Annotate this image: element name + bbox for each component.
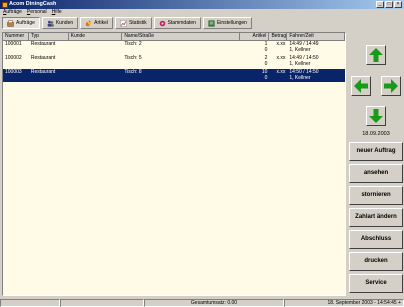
change-payment-button[interactable]: Zahlart ändern [349, 208, 403, 227]
tab-auftraege[interactable]: Aufträge [2, 17, 40, 29]
tab-label: Aufträge [16, 20, 35, 26]
menu-auftraege[interactable]: Aufträge [3, 9, 22, 16]
cell-fahrer-zeit: 14:49 / 14:49 1, Kellner [287, 41, 345, 54]
cell-kunde [69, 69, 123, 82]
col-kunde[interactable]: Kunde [68, 33, 123, 41]
artikel-count-2: 0 [264, 46, 268, 53]
arrow-up-button[interactable] [366, 45, 386, 65]
tab-artikel[interactable]: Artikel [80, 17, 114, 29]
col-nummer[interactable]: Nummer [3, 33, 29, 41]
print-button[interactable]: drucken [349, 252, 403, 271]
cell-name: Tisch: 8 [124, 69, 142, 75]
cell-typ: Restaurant [30, 69, 56, 75]
status-bar: Gesamtumsatz: 0.00 18. September 2003 - … [0, 299, 404, 307]
fahrer: 1, Kellner [289, 74, 311, 81]
cell-fahrer-zeit: 14:49 / 14:50 1, Kellner [287, 55, 345, 68]
tab-label: Kunden [55, 20, 74, 26]
cell-name: Tisch: 2 [124, 41, 142, 47]
close-button[interactable]: × [394, 1, 402, 8]
view-button[interactable]: ansehen [349, 164, 403, 183]
fahrer: 1, Kellner [289, 60, 311, 67]
cell-artikel: 10 0 [240, 69, 270, 82]
arrow-left-button[interactable] [351, 76, 371, 96]
cell-artikel: 10 [240, 41, 270, 54]
cell-typ: Restaurant [30, 55, 56, 61]
tab-einstellungen[interactable]: Einstellungen [202, 17, 252, 29]
cell-nummer: 100001 [5, 41, 22, 47]
service-button[interactable]: Service [349, 274, 403, 293]
artikel-count-2: 0 [264, 60, 268, 67]
minimize-button[interactable]: _ [376, 1, 384, 8]
arrow-right-button[interactable] [381, 76, 401, 96]
status-panel-1 [0, 299, 60, 307]
tab-stammdaten[interactable]: Stammdaten [153, 17, 201, 29]
orders-table: Nummer Typ Kunde Name/Straße Artikel Bet… [2, 32, 346, 296]
toolbar: Aufträge Kunden Artikel Statistik Stammd… [2, 17, 252, 30]
menu-hilfe[interactable]: Hilfe [52, 9, 62, 16]
col-typ[interactable]: Typ [28, 33, 69, 41]
statistics-icon [120, 19, 127, 27]
title-bar: Acom DiningCash _ □ × [0, 0, 404, 9]
articles-icon [85, 20, 92, 26]
arrow-down-button[interactable] [366, 106, 386, 126]
col-artikel[interactable]: Artikel [239, 33, 270, 41]
window-controls: _ □ × [376, 1, 402, 8]
new-order-button[interactable]: neuer Auftrag [349, 142, 403, 161]
table-row[interactable]: 100002 Restaurant Tisch: 5 20 x.xx 14:49… [3, 55, 345, 68]
cell-betrag: x.xx [276, 55, 286, 61]
menu-personal[interactable]: Personal [27, 9, 47, 16]
status-datetime: 18. September 2003 - 14:54:45 + [284, 299, 404, 307]
cell-typ: Restaurant [30, 41, 56, 47]
fahrer: 1, Kellner [289, 46, 311, 53]
col-fahrer-zeit[interactable]: Fahrer/Zeit [287, 33, 345, 41]
table-row[interactable]: 100001 Restaurant Tisch: 2 10 x.xx 14:49… [3, 41, 345, 54]
settings-icon [208, 19, 215, 27]
table-row-selected[interactable]: 100003 Restaurant Tisch: 8 10 0 x.xx 14:5… [3, 69, 345, 82]
tab-label: Statistik [129, 20, 147, 26]
arrow-up-icon [369, 48, 383, 62]
arrow-down-icon [369, 109, 383, 123]
arrow-right-icon [384, 79, 398, 93]
col-name[interactable]: Name/Straße [122, 33, 240, 41]
cancel-order-button[interactable]: stornieren [349, 186, 403, 205]
menu-bar: Aufträge Personal Hilfe [0, 9, 404, 16]
table-header: Nummer Typ Kunde Name/Straße Artikel Bet… [3, 33, 345, 41]
tab-statistik[interactable]: Statistik [115, 17, 152, 29]
maximize-button[interactable]: □ [385, 1, 393, 8]
arrow-left-icon [354, 79, 368, 93]
status-panel-2 [60, 299, 144, 307]
app-icon [2, 1, 8, 8]
cell-betrag: x.xx [276, 69, 286, 75]
tab-label: Artikel [94, 20, 109, 26]
cell-kunde [69, 41, 123, 54]
total-revenue: Gesamtumsatz: 0.00 [144, 299, 284, 307]
customers-icon [47, 20, 54, 27]
artikel-count-2: 0 [264, 74, 268, 81]
tab-label: Einstellungen [216, 20, 247, 26]
window-title: Acom DiningCash [9, 1, 57, 7]
current-date: 18.09.2003 [362, 131, 390, 137]
close-out-button[interactable]: Abschluss [349, 230, 403, 249]
action-panel: 18.09.2003 neuer Auftrag ansehen stornie… [348, 32, 404, 296]
master-data-icon [159, 20, 165, 26]
cell-fahrer-zeit: 14:50 / 14:50 1, Kellner [287, 69, 345, 82]
cell-nummer: 100002 [5, 55, 22, 61]
cell-name: Tisch: 5 [124, 55, 142, 61]
cell-betrag: x.xx [276, 41, 286, 47]
tab-label: Stammdaten [167, 20, 196, 26]
cell-nummer: 100003 [5, 69, 22, 75]
orders-icon [7, 19, 14, 27]
tab-kunden[interactable]: Kunden [41, 17, 79, 29]
cell-artikel: 20 [240, 55, 270, 68]
col-betrag[interactable]: Betrag [269, 33, 288, 41]
cell-kunde [69, 55, 123, 68]
